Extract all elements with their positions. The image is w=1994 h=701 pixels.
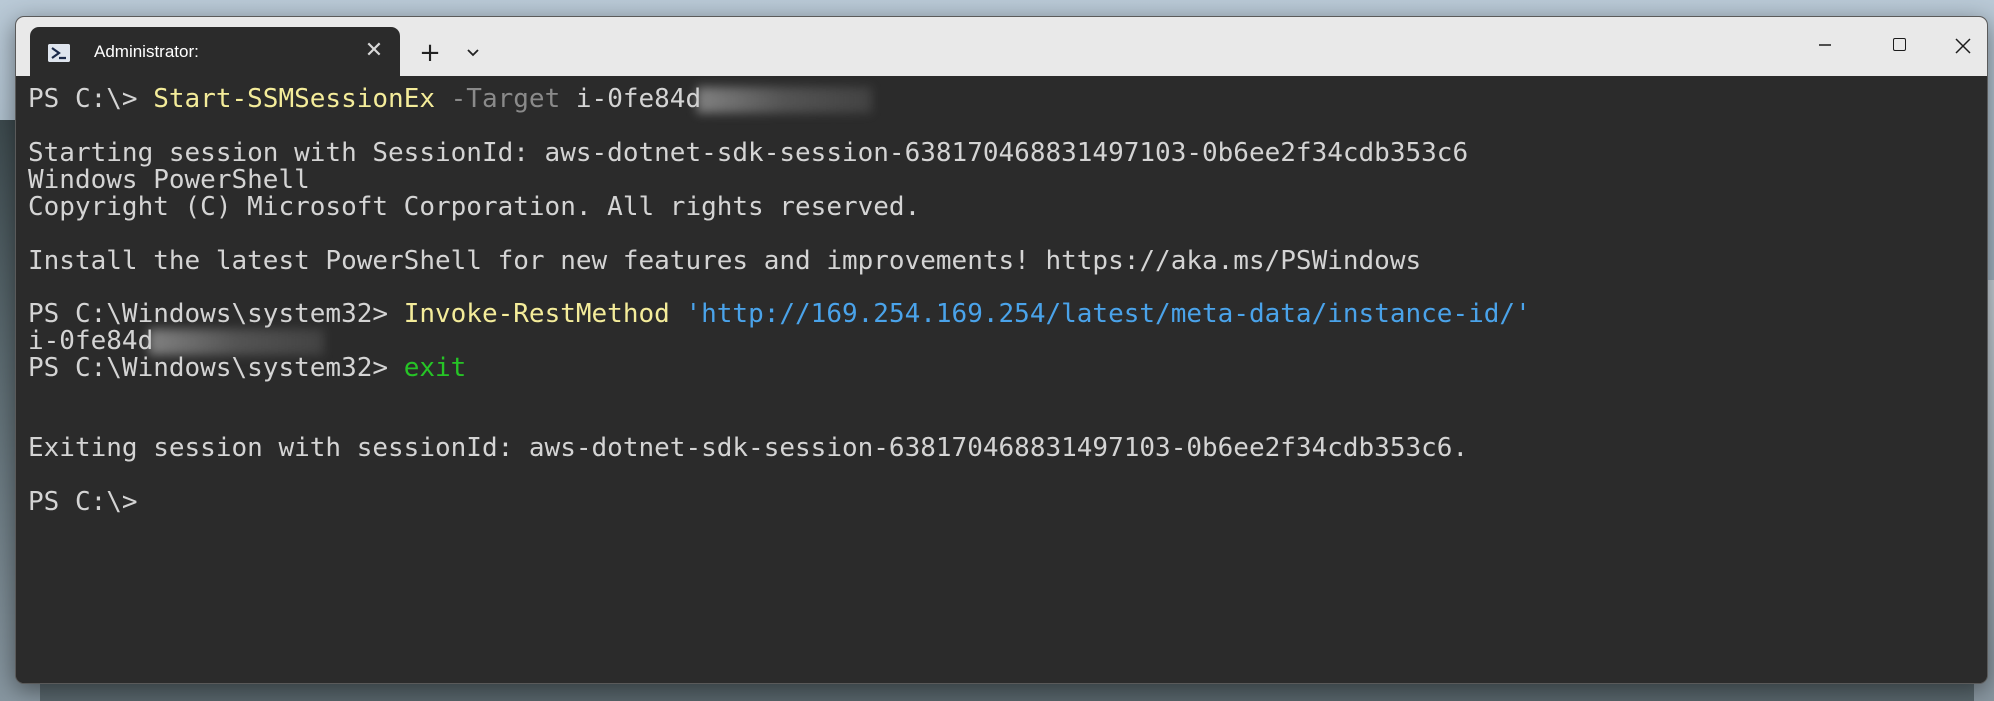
output-text: i-0fe84d (28, 326, 154, 356)
terminal-line: Install the latest PowerShell for new fe… (28, 246, 1422, 276)
scrollbar[interactable] (1979, 146, 1985, 683)
terminal-line: i-0fe84d (28, 326, 325, 356)
tab-administrator[interactable]: Administrator: ✕ (30, 27, 400, 76)
argument: i-0fe84d (560, 84, 702, 114)
command: Start-SSMSessionEx (153, 84, 435, 114)
prompt: PS C:\Windows\system32> (28, 353, 404, 383)
terminal-output[interactable]: PS C:\> Start-SSMSessionEx -Target i-0fe… (16, 76, 1987, 683)
maximize-icon (1892, 37, 1906, 51)
prompt: PS C:\> (28, 84, 154, 114)
terminal-line: Exiting session with sessionId: aws-dotn… (28, 433, 1469, 463)
terminal-line: Copyright (C) Microsoft Corporation. All… (28, 192, 921, 222)
tab-dropdown-icon[interactable] (462, 43, 484, 65)
terminal-window: Administrator: ✕ + PS C:\> Start-SSMSess… (15, 16, 1988, 684)
title-bar[interactable]: Administrator: ✕ + (16, 17, 1987, 76)
terminal-line: Windows PowerShell (28, 165, 310, 195)
terminal-line: PS C:\> Start-SSMSessionEx -Target i-0fe… (28, 84, 873, 114)
terminal-line: PS C:\Windows\system32> exit (28, 353, 466, 383)
terminal-line: Starting session with SessionId: aws-dot… (28, 138, 1469, 168)
command: exit (403, 353, 467, 383)
parameter: -Target (435, 84, 561, 114)
redacted-blur (149, 328, 325, 355)
terminal-prompt[interactable]: PS C:\> (28, 487, 153, 517)
minimize-button[interactable] (1802, 27, 1848, 63)
string-argument: 'http://169.254.169.254/latest/meta-data… (669, 299, 1531, 329)
new-tab-button[interactable]: + (416, 39, 444, 67)
close-button[interactable] (1940, 27, 1986, 63)
command: Invoke-RestMethod (403, 299, 670, 329)
tab-close-icon[interactable]: ✕ (361, 38, 387, 64)
terminal-line: PS C:\Windows\system32> Invoke-RestMetho… (28, 299, 1531, 329)
redacted-blur (697, 86, 873, 113)
powershell-icon (48, 44, 70, 62)
prompt: PS C:\Windows\system32> (28, 299, 404, 329)
tab-title: Administrator: (94, 42, 199, 61)
maximize-button[interactable] (1876, 27, 1922, 63)
